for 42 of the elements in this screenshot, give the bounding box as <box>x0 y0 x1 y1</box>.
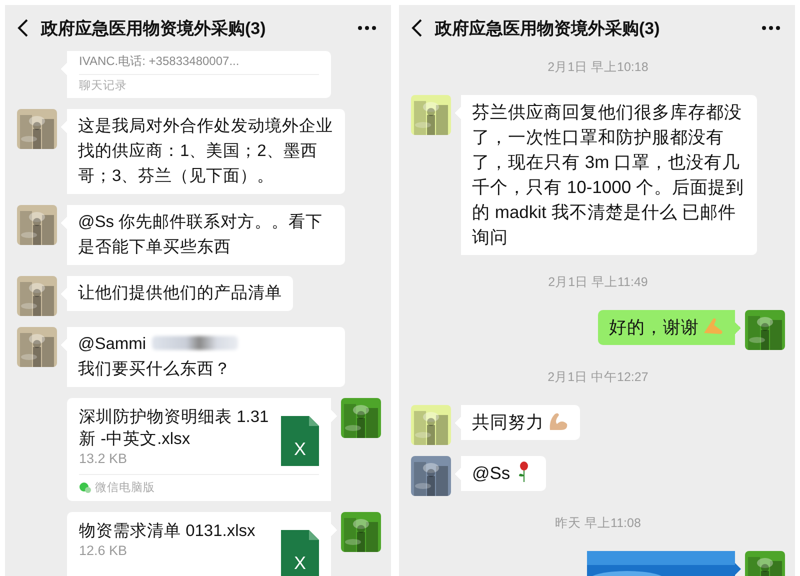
source-label: 微信电脑版 <box>95 480 155 495</box>
file-size: 13.2 KB <box>79 450 128 468</box>
record-label: 聊天记录 <box>79 78 128 94</box>
timestamp: 2月1日 中午12:27 <box>548 369 648 386</box>
spreadsheet-icon: X <box>281 530 319 576</box>
message-bubble[interactable]: @Ss <box>455 456 546 491</box>
message-bubble[interactable]: @Ss 你先邮件联系对方。。看下是否能下单买些东西 <box>61 205 345 265</box>
file-card[interactable]: 深圳防护物资明细表 1.31 新 -中英文.xlsx 13.2 KB X 微信电脑版 <box>67 398 337 501</box>
message-text: @Ss <box>472 462 510 485</box>
file-name: 深圳防护物资明细表 1.31 新 -中英文.xlsx <box>79 407 270 450</box>
flexed-arm-icon <box>547 410 569 432</box>
timestamp: 2月1日 早上10:18 <box>548 59 648 76</box>
message-bubble[interactable]: 芬兰供应商回复他们很多库存都没了，一次性口罩和防护服都没有了，现在只有 3m 口罩，也没有几千个，只有 10-1000 个。后面提到的 madkit 我不清楚是什么 已邮件询问 <box>455 95 757 255</box>
message-bubble[interactable]: @Sammi 我们要买什么东西？ <box>61 327 345 387</box>
message-bubble[interactable]: 让他们提供他们的产品清单 <box>61 276 293 311</box>
message-text: 让他们提供他们的产品清单 <box>78 283 282 304</box>
message-text: 我们要买什么东西？ <box>78 359 231 380</box>
message-text: 芬兰供应商回复他们很多库存都没了，一次性口罩和防护服都没有了，现在只有 3m 口罩，也没有几千个，只有 10-1000 个。后面提到的 madkit 我不清楚是什么 已邮件询问 <box>472 101 745 249</box>
message-text: 共同努力 <box>472 411 544 434</box>
hand-icon <box>702 315 724 337</box>
timestamp: 2月1日 早上11:49 <box>548 274 648 291</box>
back-icon[interactable] <box>17 18 29 38</box>
more-icon[interactable] <box>357 25 377 31</box>
message-bubble[interactable]: 这是我局对外合作处发动境外企业找的供应商：1、美国；2、墨西哥；3、芬兰（见下面）。 <box>61 109 345 194</box>
file-size: 12.6 KB <box>79 542 128 560</box>
message-text: @Sammi <box>78 334 146 355</box>
spreadsheet-icon: X <box>281 416 319 466</box>
message-bubble[interactable]: 好的，谢谢 <box>598 310 741 345</box>
message-text: @Ss 你先邮件联系对方。。看下是否能下单买些东西 <box>78 212 324 258</box>
more-icon[interactable] <box>761 25 781 31</box>
chat-title: 政府应急医用物资境外采购(3) <box>41 18 267 40</box>
file-name: 物资需求清单 0131.xlsx <box>79 521 256 542</box>
message-bubble[interactable]: 共同努力 <box>455 405 580 440</box>
message-text: 这是我局对外合作处发动境外企业找的供应商：1、美国；2、墨西哥；3、芬兰（见下面）。 <box>78 116 334 187</box>
chat-icon <box>79 482 91 494</box>
timestamp: 昨天 早上11:08 <box>555 515 641 532</box>
chat-record-card[interactable]: IVANC.电话: +35833480007... 聊天记录 <box>61 51 331 98</box>
file-card[interactable]: 物资需求清单 0131.xlsx 12.6 KB X <box>67 512 337 576</box>
record-preview: IVANC.电话: +35833480007... <box>79 53 319 75</box>
chat-title: 政府应急医用物资境外采购(3) <box>435 18 661 40</box>
back-icon[interactable] <box>411 18 423 38</box>
message-text: 好的，谢谢 <box>609 316 699 339</box>
